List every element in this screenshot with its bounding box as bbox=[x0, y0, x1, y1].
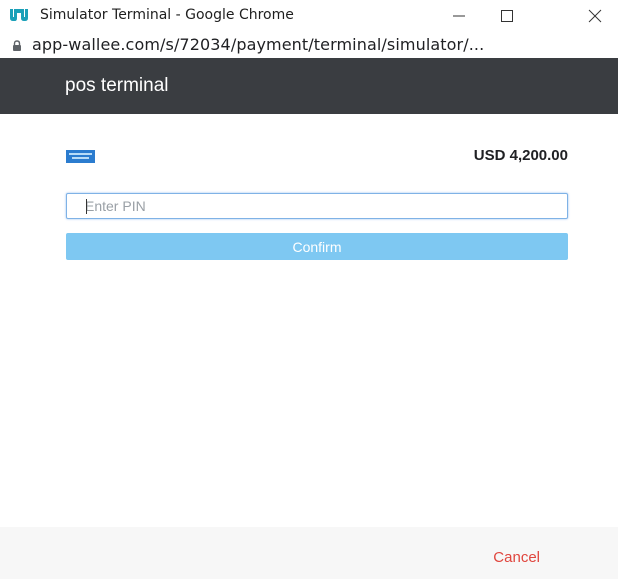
confirm-button[interactable]: Confirm bbox=[66, 233, 568, 260]
lock-icon[interactable] bbox=[11, 39, 23, 51]
text-caret bbox=[86, 199, 87, 214]
payment-amount: USD 4,200.00 bbox=[473, 147, 568, 164]
window-title: Simulator Terminal - Google Chrome bbox=[40, 7, 294, 23]
page-title: pos terminal bbox=[65, 75, 169, 96]
wallee-logo-icon bbox=[8, 7, 30, 23]
pin-input[interactable] bbox=[66, 193, 568, 219]
address-bar[interactable]: app-wallee.com/s/72034/payment/terminal/… bbox=[0, 31, 618, 58]
pos-header: pos terminal bbox=[0, 58, 618, 114]
maximize-icon[interactable] bbox=[484, 0, 530, 31]
american-express-card-icon bbox=[66, 150, 95, 163]
window-title-bar: Simulator Terminal - Google Chrome bbox=[0, 0, 618, 31]
close-icon[interactable] bbox=[572, 0, 618, 31]
minimize-icon[interactable] bbox=[436, 0, 482, 31]
footer-bar: Cancel bbox=[0, 527, 618, 579]
cancel-button[interactable]: Cancel bbox=[460, 549, 540, 566]
url-text[interactable]: app-wallee.com/s/72034/payment/terminal/… bbox=[32, 35, 484, 54]
